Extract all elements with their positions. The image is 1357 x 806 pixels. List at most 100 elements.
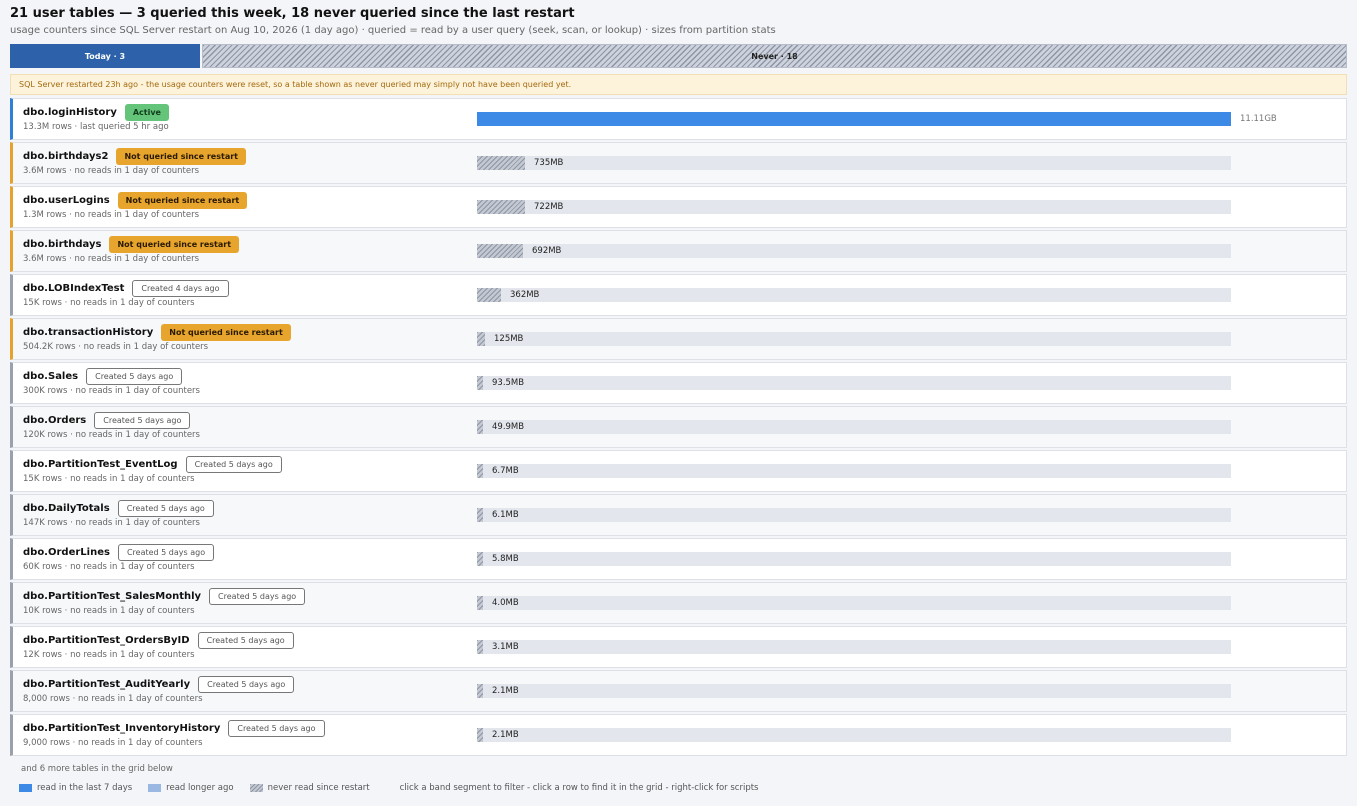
table-row[interactable]: dbo.userLogins Not queried since restart 1… bbox=[10, 186, 1347, 228]
size-bar-fill bbox=[477, 552, 483, 566]
size-bar-fill bbox=[477, 420, 483, 434]
size-bar-track bbox=[477, 464, 1231, 478]
size-bar-fill bbox=[477, 728, 483, 742]
more-tables-note: and 6 more tables in the grid below bbox=[21, 764, 173, 774]
table-meta: 1.3M rows · no reads in 1 day of counter… bbox=[23, 210, 200, 220]
size-bar-fill bbox=[477, 508, 483, 522]
table-name: dbo.birthdays2 Not queried since restart bbox=[23, 148, 246, 165]
status-badge: Not queried since restart bbox=[161, 324, 291, 341]
table-row[interactable]: dbo.Orders Created 5 days ago 120K rows · … bbox=[10, 406, 1347, 448]
table-row[interactable]: dbo.Sales Created 5 days ago 300K rows · n… bbox=[10, 362, 1347, 404]
legend-swatch-recent bbox=[19, 784, 32, 792]
table-meta: 8,000 rows · no reads in 1 day of counte… bbox=[23, 694, 203, 704]
size-bar-track bbox=[477, 376, 1231, 390]
size-label: 11.11GB bbox=[1240, 114, 1277, 124]
table-row[interactable]: dbo.DailyTotals Created 5 days ago 147K ro… bbox=[10, 494, 1347, 536]
usage-hint: click a band segment to filter - click a… bbox=[399, 783, 759, 793]
legend: read in the last 7 days read longer ago … bbox=[19, 783, 758, 793]
status-badge: Created 5 days ago bbox=[198, 676, 295, 693]
size-bar-fill bbox=[477, 464, 483, 478]
size-label: 692MB bbox=[532, 246, 562, 256]
table-name: dbo.PartitionTest_OrdersByID Created 5 da… bbox=[23, 632, 294, 649]
table-name-text: dbo.OrderLines bbox=[23, 547, 110, 558]
table-name-text: dbo.PartitionTest_SalesMonthly bbox=[23, 591, 202, 602]
legend-label-recent: read in the last 7 days bbox=[37, 783, 133, 793]
status-badge: Created 5 days ago bbox=[185, 456, 282, 473]
table-name: dbo.LOBIndexTest Created 4 days ago bbox=[23, 280, 229, 297]
size-bar-fill bbox=[477, 684, 483, 698]
table-name-text: dbo.transactionHistory bbox=[23, 327, 154, 338]
table-row[interactable]: dbo.LOBIndexTest Created 4 days ago 15K ro… bbox=[10, 274, 1347, 316]
table-row[interactable]: dbo.birthdays Not queried since restart 3.… bbox=[10, 230, 1347, 272]
size-bar-track bbox=[477, 596, 1231, 610]
band-segment-today[interactable]: Today · 3 bbox=[10, 44, 200, 68]
table-name: dbo.Orders Created 5 days ago bbox=[23, 412, 191, 429]
table-name-text: dbo.LOBIndexTest bbox=[23, 283, 125, 294]
size-label: 93.5MB bbox=[492, 378, 525, 388]
table-meta: 3.6M rows · no reads in 1 day of counter… bbox=[23, 166, 200, 176]
size-bar-fill bbox=[477, 640, 483, 654]
size-bar-fill bbox=[477, 288, 501, 302]
table-row[interactable]: dbo.birthdays2 Not queried since restart 3… bbox=[10, 142, 1347, 184]
status-badge: Not queried since restart bbox=[117, 192, 248, 209]
legend-label-older: read longer ago bbox=[166, 783, 234, 793]
legend-swatch-never bbox=[249, 784, 263, 792]
table-name: dbo.userLogins Not queried since restart bbox=[23, 192, 248, 209]
table-name-text: dbo.loginHistory bbox=[23, 107, 117, 118]
legend-swatch-older bbox=[148, 784, 162, 792]
table-row[interactable]: dbo.PartitionTest_EventLog Created 5 days… bbox=[10, 450, 1347, 492]
table-name-text: dbo.birthdays bbox=[23, 239, 102, 250]
table-name: dbo.PartitionTest_SalesMonthly Created 5 … bbox=[23, 588, 306, 605]
table-meta: 147K rows · no reads in 1 day of counter… bbox=[23, 518, 200, 528]
size-bar-fill bbox=[477, 156, 525, 170]
table-name: dbo.Sales Created 5 days ago bbox=[23, 368, 183, 385]
status-badge: Created 5 days ago bbox=[117, 544, 215, 561]
table-meta: 504.2K rows · no reads in 1 day of count… bbox=[23, 342, 209, 352]
table-row[interactable]: dbo.PartitionTest_SalesMonthly Created 5 … bbox=[10, 582, 1347, 624]
size-label: 722MB bbox=[534, 202, 564, 212]
table-name: dbo.loginHistory Active bbox=[23, 104, 169, 121]
table-meta: 9,000 rows · no reads in 1 day of counte… bbox=[23, 738, 203, 748]
table-row[interactable]: dbo.PartitionTest_OrdersByID Created 5 da… bbox=[10, 626, 1347, 668]
size-bar-track bbox=[477, 332, 1231, 346]
size-bar-track bbox=[477, 420, 1231, 434]
band-segment-never[interactable]: Never · 18 bbox=[202, 44, 1347, 68]
table-meta: 15K rows · no reads in 1 day of counters bbox=[23, 474, 195, 484]
table-meta: 12K rows · no reads in 1 day of counters bbox=[23, 650, 195, 660]
size-bar-track bbox=[477, 112, 1231, 126]
status-badge: Created 5 days ago bbox=[86, 368, 183, 385]
size-label: 5.8MB bbox=[492, 554, 519, 564]
table-row[interactable]: dbo.loginHistory Active 13.3M rows · last … bbox=[10, 98, 1347, 140]
size-bar-track bbox=[477, 508, 1231, 522]
size-bar-track bbox=[477, 200, 1231, 214]
table-row[interactable]: dbo.transactionHistory Not queried since … bbox=[10, 318, 1347, 360]
table-name: dbo.birthdays Not queried since restart bbox=[23, 236, 240, 253]
table-row[interactable]: dbo.OrderLines Created 5 days ago 60K rows… bbox=[10, 538, 1347, 580]
status-badge: Created 5 days ago bbox=[209, 588, 306, 605]
status-badge: Active bbox=[124, 104, 169, 121]
size-bar-fill bbox=[477, 112, 1231, 126]
table-meta: 120K rows · no reads in 1 day of counter… bbox=[23, 430, 200, 440]
table-meta: 10K rows · no reads in 1 day of counters bbox=[23, 606, 195, 616]
table-name: dbo.transactionHistory Not queried since … bbox=[23, 324, 291, 341]
table-name: dbo.OrderLines Created 5 days ago bbox=[23, 544, 215, 561]
size-label: 49.9MB bbox=[492, 422, 525, 432]
table-row[interactable]: dbo.PartitionTest_AuditYearly Created 5 d… bbox=[10, 670, 1347, 712]
table-name-text: dbo.DailyTotals bbox=[23, 503, 110, 514]
status-badge: Not queried since restart bbox=[109, 236, 240, 253]
table-name: dbo.PartitionTest_InventoryHistory Create… bbox=[23, 720, 325, 737]
usage-band: Today · 3 Never · 18 bbox=[10, 44, 1347, 68]
size-label: 4.0MB bbox=[492, 598, 519, 608]
size-bar-fill bbox=[477, 596, 483, 610]
table-name-text: dbo.Orders bbox=[23, 415, 87, 426]
size-bar-track bbox=[477, 684, 1231, 698]
legend-item-never: never read since restart bbox=[249, 783, 370, 793]
table-row[interactable]: dbo.PartitionTest_InventoryHistory Create… bbox=[10, 714, 1347, 756]
size-bar-track bbox=[477, 728, 1231, 742]
size-label: 3.1MB bbox=[492, 642, 519, 652]
size-bar-fill bbox=[477, 200, 525, 214]
legend-item-recent: read in the last 7 days bbox=[19, 783, 132, 793]
size-bar-track bbox=[477, 288, 1231, 302]
status-badge: Created 5 days ago bbox=[228, 720, 325, 737]
table-name-text: dbo.birthdays2 bbox=[23, 151, 109, 162]
